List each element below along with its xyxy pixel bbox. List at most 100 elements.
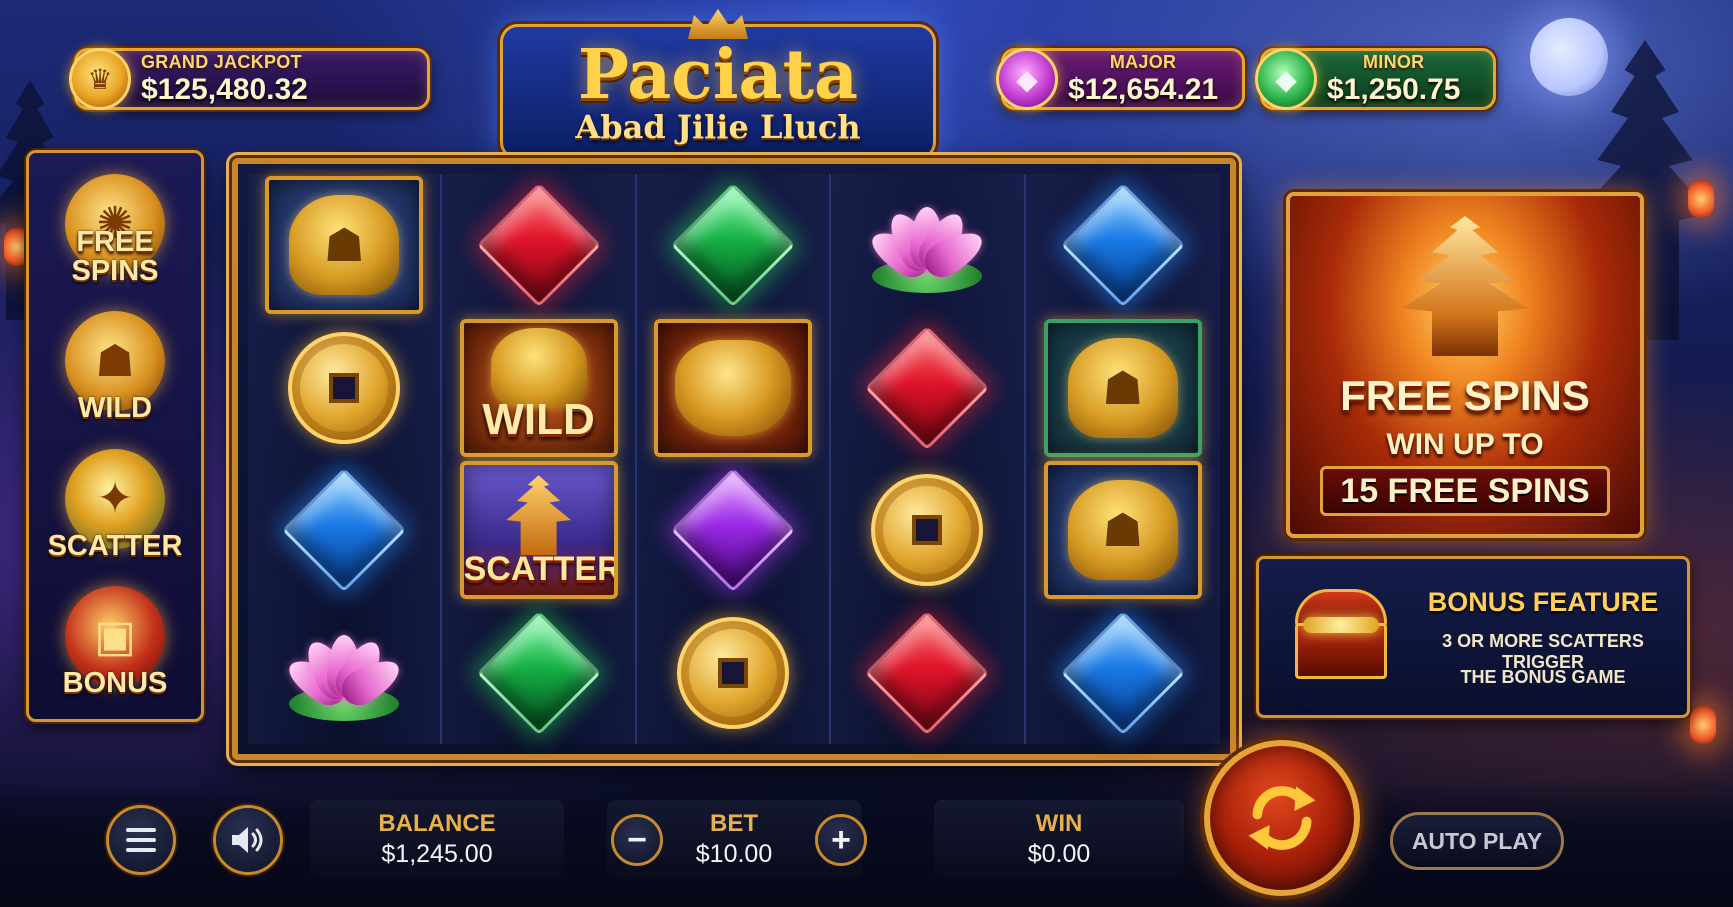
plus-icon: + <box>831 821 851 859</box>
symbol-paytable: ✺ FREE SPINS ☗ WILD ✦ SCATTER ▣ BONUS <box>26 150 204 722</box>
free-spins-promo: FREE SPINS WIN UP TO 15 FREE SPINS <box>1286 192 1644 538</box>
speaker-icon <box>232 827 263 853</box>
crown-icon: ♛ <box>69 48 131 110</box>
promo-free-spins-title: FREE SPINS <box>1340 372 1590 419</box>
red-gem-icon <box>476 183 601 308</box>
win-label: WIN <box>1035 810 1083 837</box>
bet-decrease-button[interactable]: − <box>611 814 663 866</box>
bet-label: BET <box>710 810 758 837</box>
balance-display: BALANCE $1,245.00 <box>310 800 564 878</box>
gold-coin-icon <box>676 616 789 729</box>
moon <box>1530 18 1608 96</box>
guardian-lion-icon: ☗ <box>265 176 424 315</box>
paytable-wild: ☗ WILD <box>45 305 185 429</box>
reel-cell: SCATTER <box>442 459 634 602</box>
reel-cell: WILD <box>442 317 634 460</box>
paytable-bonus: ▣ BONUS <box>45 580 185 704</box>
reel-cell <box>637 602 829 745</box>
menu-button[interactable] <box>106 805 176 875</box>
green-gem-icon <box>670 183 796 308</box>
reel-cell <box>831 174 1023 317</box>
bet-increase-button[interactable]: + <box>815 814 867 866</box>
minor-jackpot-value: $1,250.75 <box>1327 72 1461 106</box>
reel-cell <box>248 459 440 602</box>
reels-grid: ☗ WILD SCATTER ☗ ☗ <box>248 174 1220 744</box>
paytable-scatter: ✦ SCATTER <box>45 443 185 567</box>
minor-jackpot-panel: ◆ MINOR $1,250.75 <box>1255 48 1496 110</box>
blue-gem-icon <box>1060 610 1186 735</box>
reel-cell <box>248 602 440 745</box>
major-jackpot-label: MAJOR <box>1109 51 1177 72</box>
grand-jackpot-panel: ♛ GRAND JACKPOT $125,480.32 <box>69 48 430 110</box>
lotus-flower-icon <box>862 197 992 294</box>
sound-button[interactable] <box>213 805 283 875</box>
reel-cell: ☗ <box>1026 317 1220 460</box>
paytable-label: FREE SPINS <box>71 225 159 287</box>
reel-column: ☗ ☗ <box>1025 174 1220 745</box>
minus-icon: − <box>627 821 647 859</box>
reel-cell <box>831 459 1023 602</box>
guardian-lion-icon: ☗ <box>1043 461 1202 600</box>
wild-symbol-label: WILD <box>482 394 595 444</box>
paytable-label: BONUS <box>62 667 168 700</box>
promo-free-spins-line2: 15 FREE SPINS <box>1320 466 1610 516</box>
auto-play-button[interactable]: AUTO PLAY <box>1390 812 1564 870</box>
spin-arrows-icon <box>1248 786 1316 850</box>
gold-pot-icon <box>653 318 812 457</box>
minor-jackpot-label: MINOR <box>1362 51 1425 72</box>
lantern-decoration <box>1690 706 1716 744</box>
grand-jackpot-label: GRAND JACKPOT <box>141 51 302 72</box>
reel-cell <box>1026 174 1220 317</box>
reel-cell <box>637 459 829 602</box>
reel-cell <box>442 602 634 745</box>
reel-cell <box>831 317 1023 460</box>
red-gem-icon <box>865 610 990 735</box>
blue-gem-icon <box>1060 183 1186 308</box>
reel-cell: ☗ <box>1026 459 1220 602</box>
lotus-flower-icon <box>279 625 409 721</box>
major-jackpot-value: $12,654.21 <box>1068 72 1219 106</box>
auto-play-label: AUTO PLAY <box>1411 827 1543 854</box>
green-gem-icon: ◆ <box>1255 48 1317 110</box>
balance-label: BALANCE <box>378 810 496 837</box>
lantern-decoration <box>1688 180 1714 218</box>
promo-free-spins-line1: WIN UP TO <box>1386 428 1544 461</box>
reel-cell <box>248 317 440 460</box>
spin-button[interactable] <box>1204 740 1360 896</box>
balance-value: $1,245.00 <box>381 840 493 868</box>
reel-column <box>831 174 1026 745</box>
grand-jackpot-value: $125,480.32 <box>141 72 308 106</box>
bet-value: $10.00 <box>695 840 773 868</box>
reel-cell <box>442 174 634 317</box>
hamburger-menu-icon <box>126 828 156 852</box>
scatter-symbol: SCATTER <box>459 461 618 600</box>
reel-cell <box>637 174 829 317</box>
green-gem-icon <box>476 610 601 735</box>
win-value: $0.00 <box>1027 840 1091 868</box>
bonus-feature-title: BONUS FEATURE <box>1427 587 1659 617</box>
reel-cell <box>1026 602 1220 745</box>
major-jackpot-panel: ◆ MAJOR $12,654.21 <box>996 48 1245 110</box>
guardian-lion-icon: ☗ <box>1043 318 1202 457</box>
gold-coin-icon <box>288 331 401 444</box>
reel-cell <box>831 602 1023 745</box>
reel-column: WILD SCATTER <box>442 174 637 745</box>
blue-gem-icon <box>281 468 407 593</box>
reel-board: ☗ WILD SCATTER ☗ ☗ <box>232 158 1236 760</box>
win-display: WIN $0.00 <box>934 800 1184 878</box>
golden-pagoda-icon <box>1402 216 1528 356</box>
reel-cell: ☗ <box>248 174 440 317</box>
logo-title: Paciata <box>577 35 859 115</box>
logo-subtitle: Abad Jilie Lluch <box>575 108 861 146</box>
reel-column: ☗ <box>248 174 443 745</box>
scatter-symbol-label: SCATTER <box>463 550 618 589</box>
purple-gem-icon <box>670 468 796 593</box>
paytable-free-spins: ✺ FREE SPINS <box>45 168 185 292</box>
reel-column <box>636 174 832 745</box>
bonus-feature-line2: THE BONUS GAME <box>1460 667 1626 687</box>
bonus-feature-panel: BONUS FEATURE 3 OR MORE SCATTERS TRIGGER… <box>1256 556 1690 718</box>
paytable-label: WILD <box>77 392 153 425</box>
reel-cell <box>637 317 829 460</box>
gold-coin-icon <box>871 474 984 587</box>
wild-symbol: WILD <box>459 318 618 457</box>
